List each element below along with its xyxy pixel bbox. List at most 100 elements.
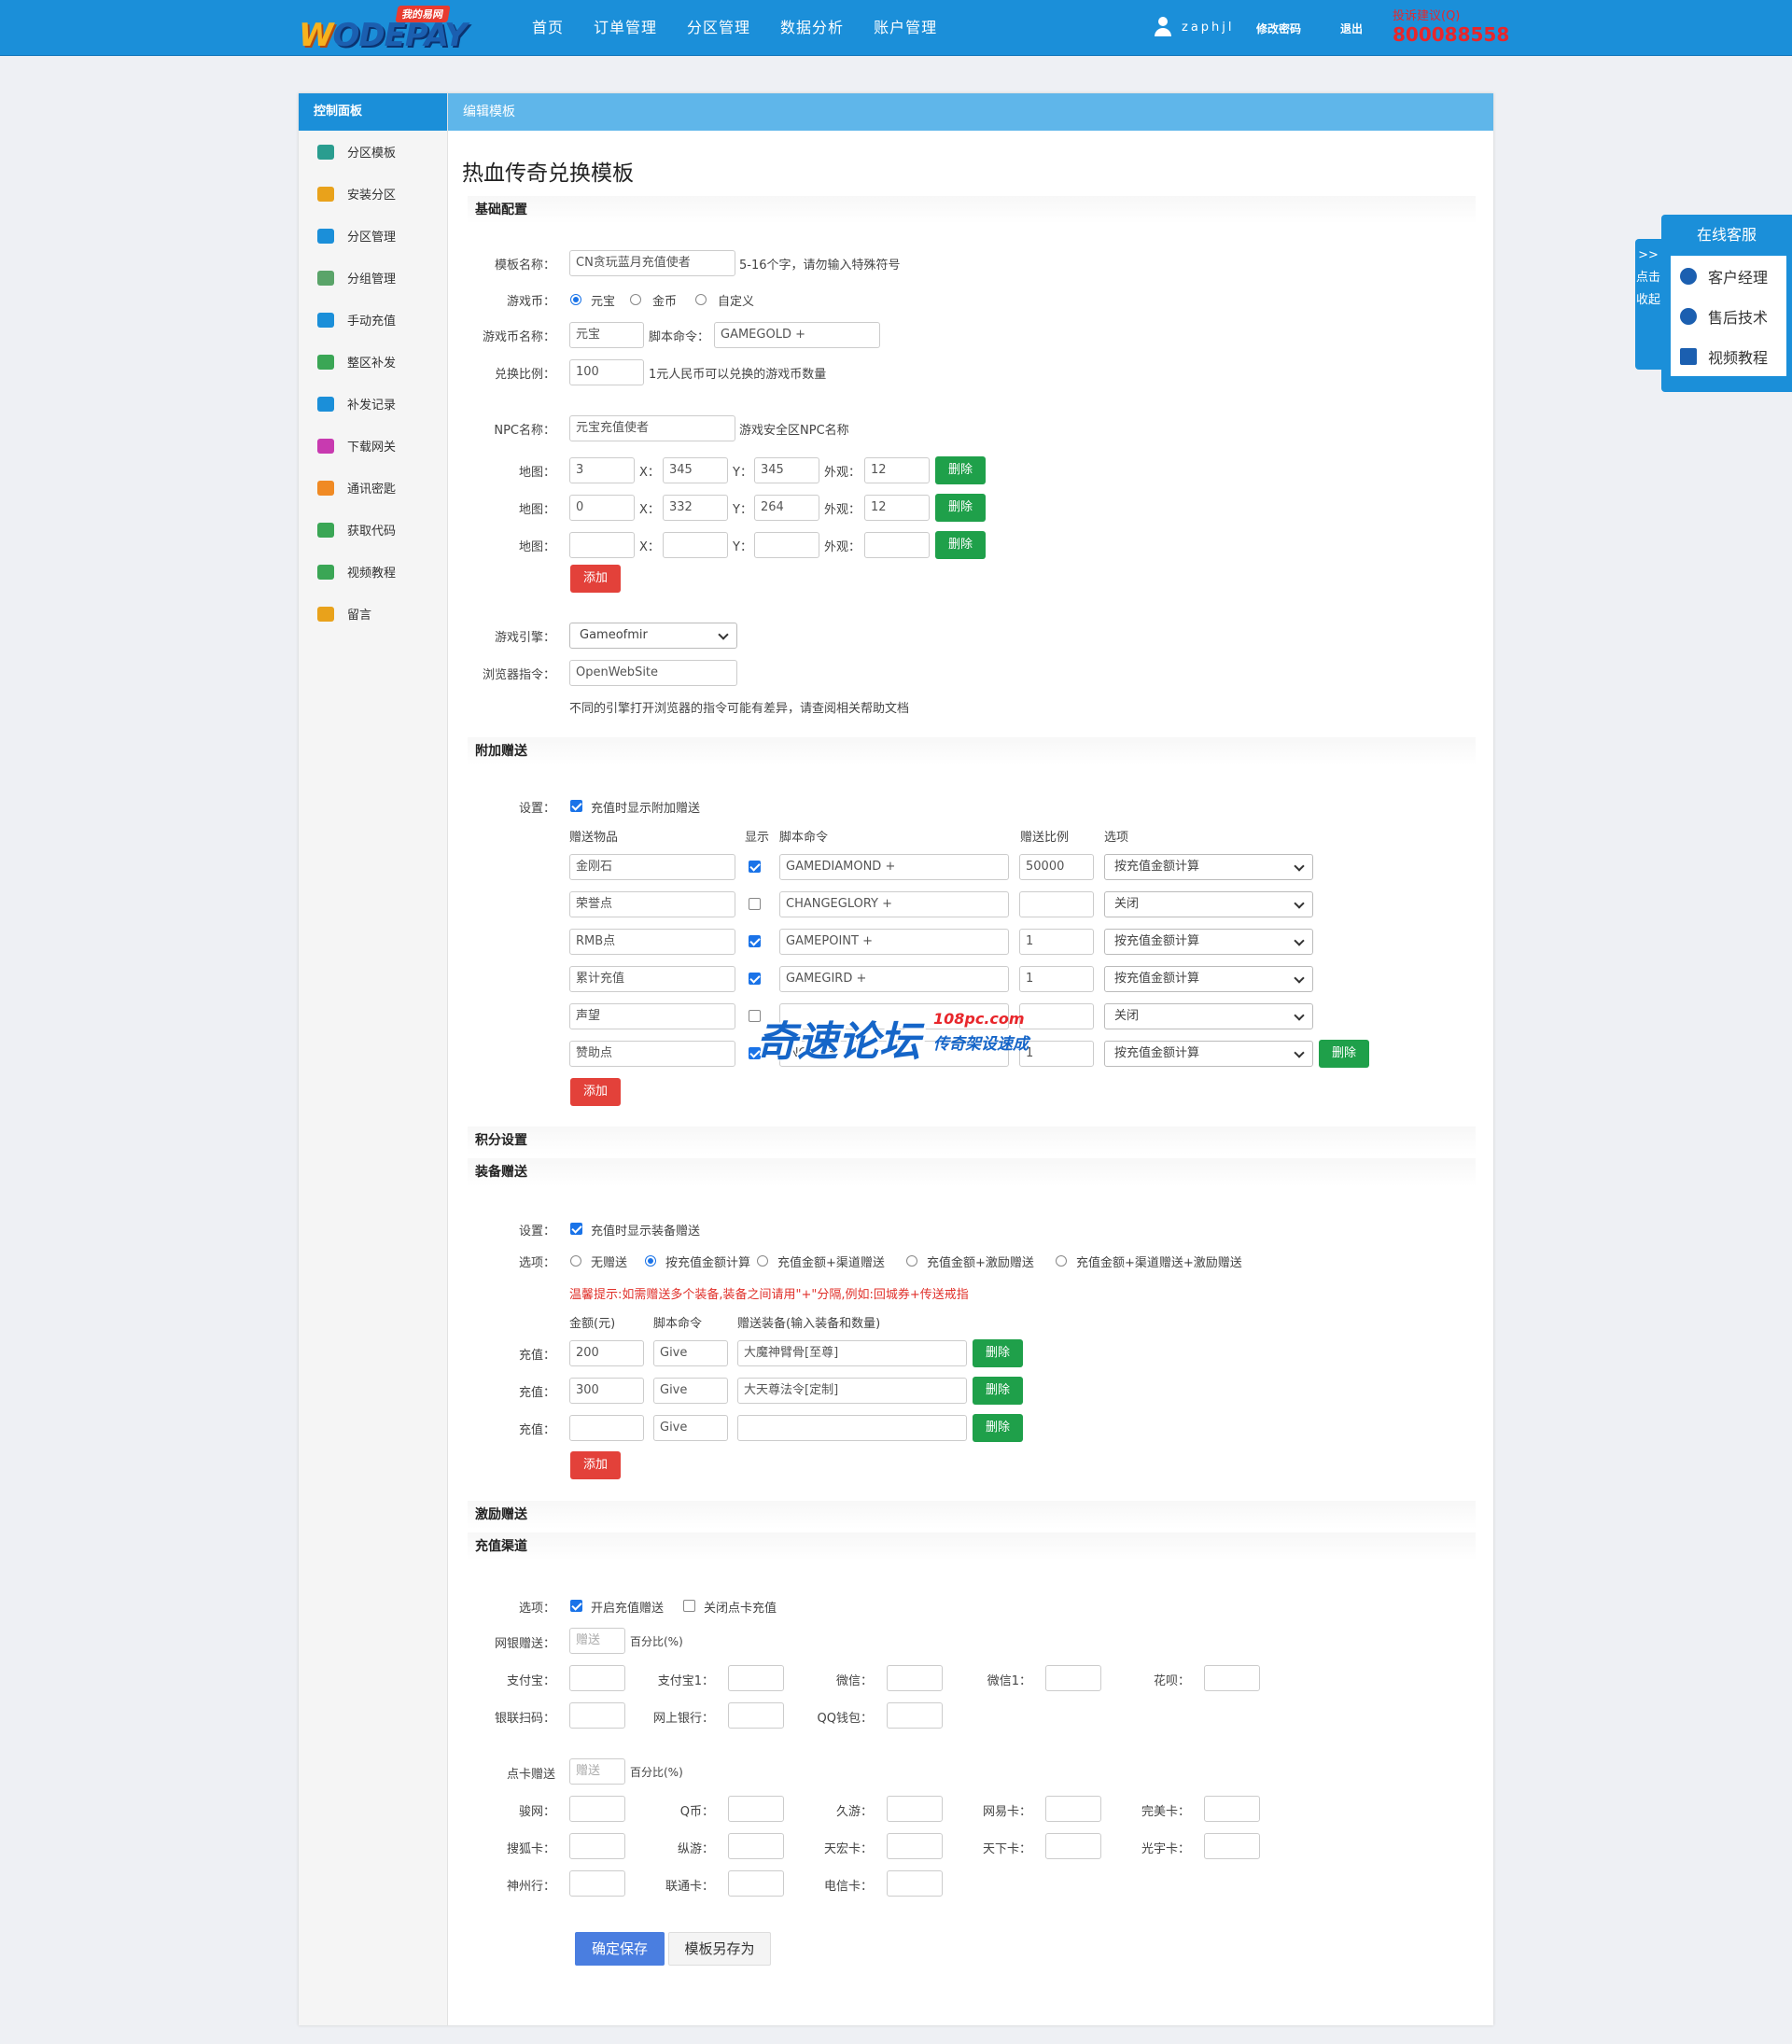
add-equip-button[interactable]: 添加 — [570, 1451, 621, 1479]
bank-gift-input[interactable]: 赠送 — [569, 1628, 625, 1654]
channel-input[interactable] — [1045, 1665, 1101, 1691]
sidebar-item-6[interactable]: 补发记录 — [299, 383, 447, 425]
service-tech-support[interactable]: 售后技术 — [1671, 296, 1786, 336]
channel-input[interactable] — [887, 1796, 943, 1822]
charge-equip-input[interactable]: 大天尊法令[定制] — [737, 1378, 967, 1404]
sidebar-item-10[interactable]: 视频教程 — [299, 551, 447, 593]
charge-equip-input[interactable]: 大魔神臂骨[至尊] — [737, 1340, 967, 1366]
nav-account[interactable]: 账户管理 — [874, 0, 937, 56]
channel-input[interactable] — [887, 1833, 943, 1859]
y-input[interactable]: 264 — [754, 495, 819, 521]
gift-option-select[interactable]: 按充值金额计算 — [1104, 929, 1313, 955]
channel-input[interactable] — [887, 1702, 943, 1729]
x-input[interactable] — [663, 532, 728, 558]
currency-name-input[interactable]: 元宝 — [569, 322, 644, 348]
nav-partitions[interactable]: 分区管理 — [687, 0, 750, 56]
currency-radio-yuanbao[interactable] — [570, 294, 581, 305]
charge-script-input[interactable]: Give — [653, 1340, 728, 1366]
charge-script-input[interactable]: Give — [653, 1415, 728, 1441]
map-input[interactable] — [569, 532, 635, 558]
currency-radio-gold[interactable] — [630, 294, 641, 305]
gift-option-select[interactable]: 按充值金额计算 — [1104, 854, 1313, 880]
channel-input[interactable] — [887, 1870, 943, 1897]
channel-input[interactable] — [1204, 1796, 1260, 1822]
channel-input[interactable] — [728, 1796, 784, 1822]
nav-home[interactable]: 首页 — [532, 0, 564, 56]
user-menu[interactable]: zaphjl — [1154, 17, 1235, 37]
sidebar-item-4[interactable]: 手动充值 — [299, 299, 447, 341]
map-input[interactable]: 0 — [569, 495, 635, 521]
card-gift-input[interactable]: 赠送 — [569, 1758, 625, 1785]
nav-analytics[interactable]: 数据分析 — [780, 0, 844, 56]
add-map-button[interactable]: 添加 — [570, 565, 621, 593]
gift-item-input[interactable]: 累计充值 — [569, 966, 735, 992]
channel-input[interactable] — [569, 1833, 625, 1859]
charge-equip-input[interactable] — [737, 1415, 967, 1441]
nav-orders[interactable]: 订单管理 — [594, 0, 657, 56]
delete-equip-button[interactable]: 删除 — [973, 1377, 1023, 1405]
gift-option-select[interactable]: 按充值金额计算 — [1104, 966, 1313, 992]
equip-show-checkbox[interactable] — [570, 1223, 582, 1235]
gift-item-input[interactable]: 荣誉点 — [569, 891, 735, 917]
gift-ratio-input[interactable]: 1 — [1019, 966, 1094, 992]
charge-amount-input[interactable]: 200 — [569, 1340, 644, 1366]
x-input[interactable]: 345 — [663, 457, 728, 483]
logout-link[interactable]: 退出 — [1340, 21, 1363, 36]
charge-amount-input[interactable]: 300 — [569, 1378, 644, 1404]
sidebar-item-7[interactable]: 下载网关 — [299, 425, 447, 467]
y-input[interactable]: 345 — [754, 457, 819, 483]
channel-input[interactable] — [728, 1665, 784, 1691]
gift-show-checkbox[interactable] — [749, 898, 761, 910]
gift-ratio-input[interactable]: 1 — [1019, 1041, 1094, 1067]
equip-option-radio-4[interactable] — [1056, 1255, 1067, 1267]
logo[interactable]: WODEPAY 我的易网 — [299, 6, 468, 54]
sidebar-item-8[interactable]: 通讯密匙 — [299, 467, 447, 509]
equip-option-radio-2[interactable] — [757, 1255, 768, 1267]
sidebar-item-2[interactable]: 分区管理 — [299, 215, 447, 257]
add-extra-button[interactable]: 添加 — [570, 1078, 621, 1106]
gift-item-input[interactable]: 声望 — [569, 1003, 735, 1029]
y-input[interactable] — [754, 532, 819, 558]
gift-ratio-input[interactable] — [1019, 1003, 1094, 1029]
gift-ratio-input[interactable]: 1 — [1019, 929, 1094, 955]
equip-option-radio-3[interactable] — [906, 1255, 917, 1267]
channel-input[interactable] — [887, 1665, 943, 1691]
channel-input[interactable] — [728, 1870, 784, 1897]
gift-script-input[interactable]: CHANGEGLORY + — [779, 891, 1009, 917]
channel-input[interactable] — [569, 1702, 625, 1729]
ratio-input[interactable]: 100 — [569, 359, 644, 385]
enable-gift-checkbox[interactable] — [570, 1600, 582, 1612]
service-account-manager[interactable]: 客户经理 — [1671, 256, 1786, 296]
equip-option-radio-0[interactable] — [570, 1255, 581, 1267]
browser-cmd-input[interactable]: OpenWebSite — [569, 660, 737, 686]
channel-input[interactable] — [569, 1665, 625, 1691]
channel-input[interactable] — [1204, 1665, 1260, 1691]
service-video-tutorial[interactable]: 视频教程 — [1671, 336, 1786, 376]
hotline[interactable]: 投诉建议(Q) 800088558 — [1393, 9, 1509, 45]
service-collapse-tab[interactable]: >>点击收起 — [1635, 239, 1661, 370]
template-name-input[interactable]: CN贪玩蓝月充值使者 — [569, 250, 735, 276]
gift-option-select[interactable]: 按充值金额计算 — [1104, 1041, 1313, 1067]
extra-show-checkbox[interactable] — [570, 800, 582, 812]
charge-amount-input[interactable] — [569, 1415, 644, 1441]
delete-map-button[interactable]: 删除 — [935, 531, 986, 559]
channel-input[interactable] — [728, 1833, 784, 1859]
charge-script-input[interactable]: Give — [653, 1378, 728, 1404]
gift-option-select[interactable]: 关闭 — [1104, 891, 1313, 917]
gift-item-input[interactable]: 赞助点 — [569, 1041, 735, 1067]
look-input[interactable]: 12 — [864, 495, 930, 521]
close-card-checkbox[interactable] — [683, 1600, 695, 1612]
gift-item-input[interactable]: 金刚石 — [569, 854, 735, 880]
gift-script-input[interactable]: GAMEDIAMOND + — [779, 854, 1009, 880]
gift-item-input[interactable]: RMB点 — [569, 929, 735, 955]
channel-input[interactable] — [728, 1702, 784, 1729]
change-password-link[interactable]: 修改密码 — [1256, 21, 1301, 36]
gift-ratio-input[interactable] — [1019, 891, 1094, 917]
gift-ratio-input[interactable]: 50000 — [1019, 854, 1094, 880]
channel-input[interactable] — [569, 1796, 625, 1822]
save-as-button[interactable]: 模板另存为 — [668, 1932, 771, 1966]
delete-gift-button[interactable]: 删除 — [1319, 1040, 1369, 1068]
sidebar-item-1[interactable]: 安装分区 — [299, 173, 447, 215]
script-cmd-input[interactable]: GAMEGOLD + — [714, 322, 880, 348]
sidebar-item-11[interactable]: 留言 — [299, 593, 447, 635]
